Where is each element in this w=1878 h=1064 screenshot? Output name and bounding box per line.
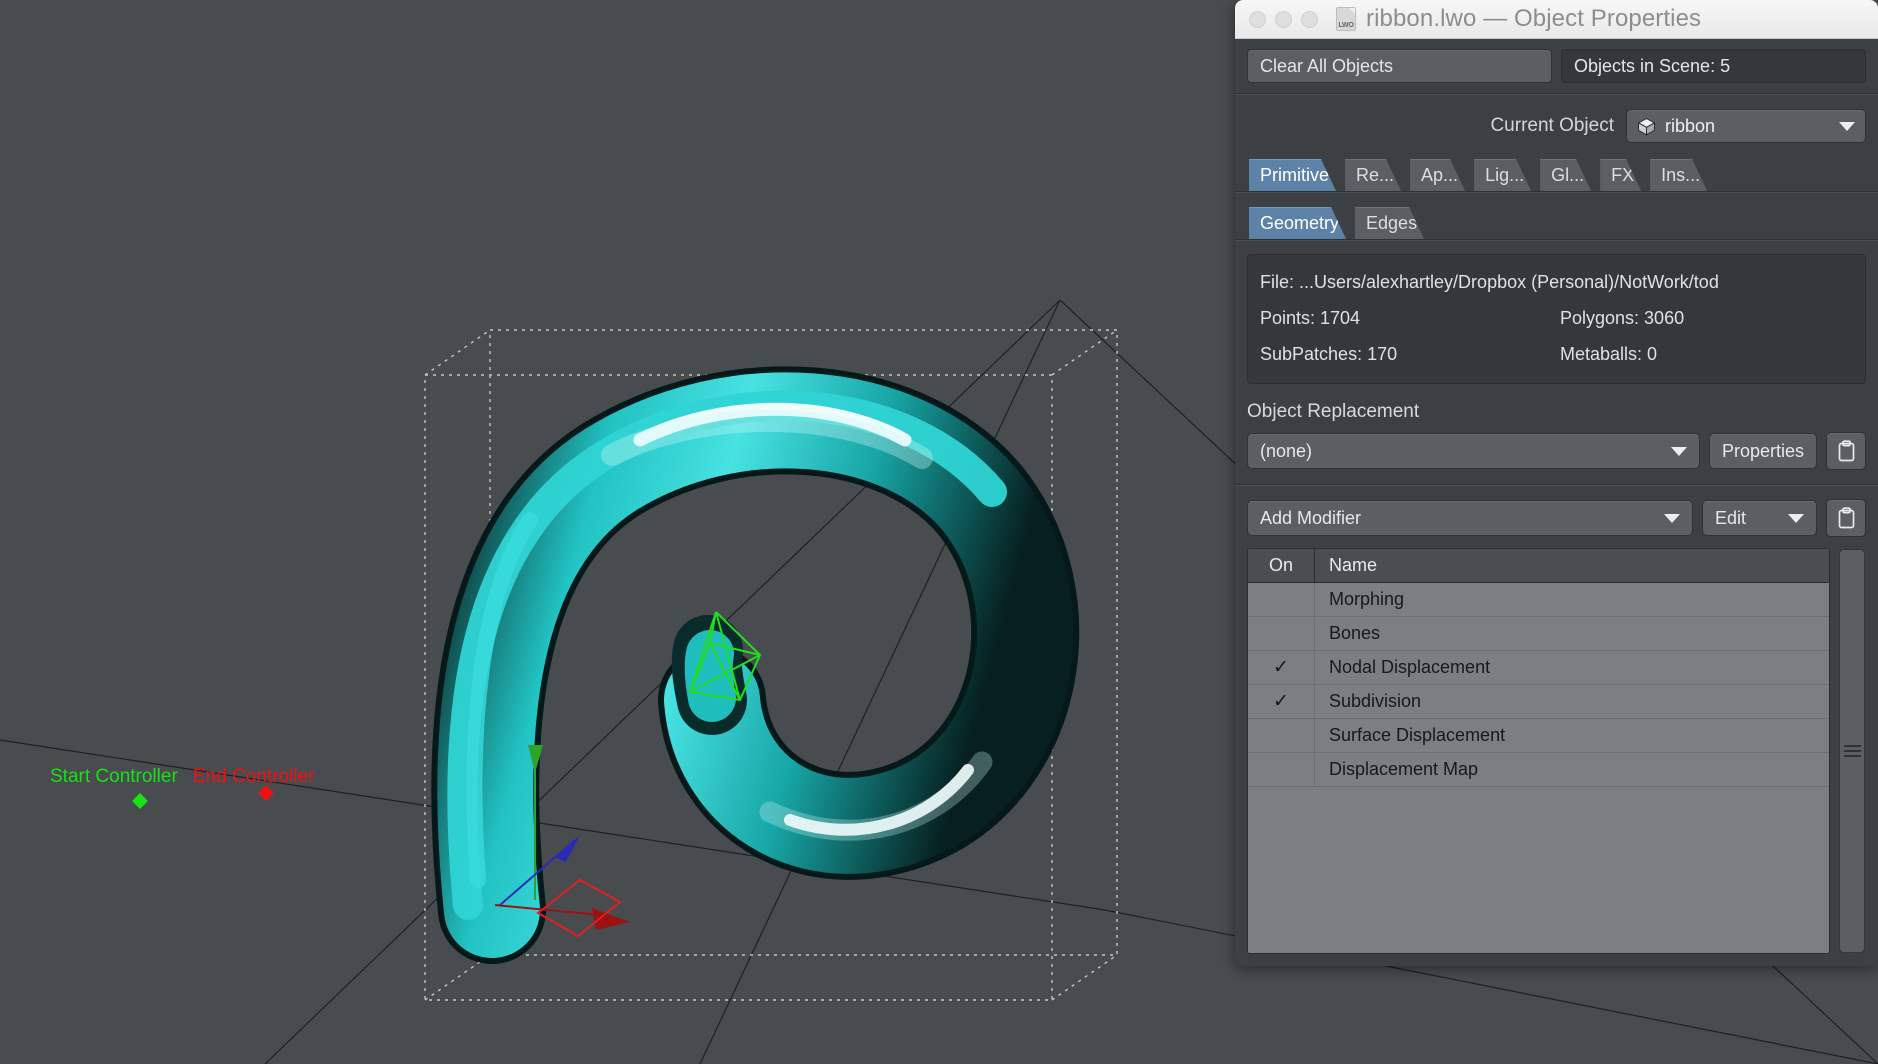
info-points: Points: 1704 [1260,308,1361,328]
replacement-clipboard-button[interactable] [1826,432,1866,470]
divider [1235,484,1878,486]
table-row[interactable]: ✓ Subdivision [1248,685,1829,719]
clear-all-objects-button[interactable]: Clear All Objects [1247,49,1552,83]
column-header-on: On [1248,549,1315,582]
clipboard-icon [1838,439,1854,461]
close-button[interactable] [1249,10,1266,28]
table-row[interactable]: Bones [1248,617,1829,651]
tab-global[interactable]: Gl... [1540,159,1591,191]
object-properties-window[interactable]: LWO ribbon.lwo — Object Properties Clear… [1235,0,1878,966]
object-replacement-value: (none) [1260,440,1313,461]
ribbon-object [431,366,1080,964]
column-header-name: Name [1329,555,1378,575]
add-modifier-value: Add Modifier [1260,507,1362,528]
window-titlebar[interactable]: LWO ribbon.lwo — Object Properties [1235,0,1878,39]
add-modifier-row: Add Modifier Edit [1247,499,1866,537]
row-name: Morphing [1329,589,1405,609]
table-row[interactable]: Displacement Map [1248,753,1829,787]
row-on-checkbox[interactable] [1248,617,1315,650]
info-polygons: Polygons: 3060 [1560,308,1685,328]
scrollbar-thumb[interactable] [1839,549,1865,953]
primary-tab-bar: Primitive Re... Ap... Lig... Gl... FX In… [1247,159,1866,191]
row-name: Surface Displacement [1329,725,1506,745]
object-replacement-dropdown[interactable]: (none) [1247,433,1700,469]
row-on-checkbox[interactable] [1248,583,1315,616]
chevron-down-icon [1664,513,1680,523]
file-icon-label: LWO [1338,22,1354,29]
geometry-info-box: File: ...Users/alexhartley/Dropbox (Pers… [1247,254,1866,384]
modifier-list-header: On Name [1248,549,1829,583]
grip-line [1843,755,1861,757]
add-modifier-dropdown[interactable]: Add Modifier [1247,500,1693,536]
row-on-checkbox[interactable] [1248,753,1315,786]
info-metaballs: Metaballs: 0 [1560,344,1658,364]
tab-instancing[interactable]: Ins... [1650,159,1707,191]
secondary-tab-bar: Geometry Edges [1247,207,1866,239]
object-replacement-row: (none) Properties [1247,432,1866,470]
row-name: Subdivision [1329,691,1422,711]
grip-line [1843,750,1861,752]
tab-render[interactable]: Re... [1345,159,1401,191]
info-counts-row-2: SubPatches: 170 Metaballs: 0 [1260,336,1853,372]
tab-geometry[interactable]: Geometry [1249,207,1346,239]
current-object-row: Current Object ribbon [1247,109,1866,143]
zoom-button[interactable] [1301,10,1318,28]
panel-body: Clear All Objects Objects in Scene: 5 Cu… [1235,39,1878,966]
replacement-properties-button[interactable]: Properties [1708,433,1817,469]
objects-in-scene-field: Objects in Scene: 5 [1561,49,1866,83]
table-row[interactable]: Surface Displacement [1248,719,1829,753]
start-controller-label: Start Controller [50,766,178,787]
chevron-down-icon [1670,446,1687,456]
row-name: Bones [1329,623,1381,643]
row-on-checkbox[interactable]: ✓ [1248,685,1315,718]
window-title: ribbon.lwo — Object Properties [1366,5,1702,32]
start-controller-handle [132,793,148,809]
chevron-down-icon [1788,513,1804,523]
top-button-row: Clear All Objects Objects in Scene: 5 [1247,49,1866,83]
row-on-checkbox[interactable] [1248,719,1315,752]
tab-lights[interactable]: Lig... [1474,159,1531,191]
object-replacement-title: Object Replacement [1247,401,1420,422]
end-controller-label: End Controller [193,766,315,787]
current-object-dropdown[interactable]: ribbon [1626,109,1866,143]
current-object-label: Current Object [1490,115,1614,136]
modifier-clipboard-button[interactable] [1826,499,1866,537]
modifier-rows: Morphing Bones ✓ Nodal Displacement ✓ Su… [1248,583,1829,953]
clipboard-icon [1838,506,1854,528]
tab-underline [1235,191,1878,193]
move-handle-plane [536,878,622,938]
row-name: Nodal Displacement [1329,657,1491,677]
info-file-path: File: ...Users/alexhartley/Dropbox (Pers… [1260,272,1719,292]
modifier-edit-value: Edit [1715,507,1747,528]
row-name: Displacement Map [1329,759,1479,779]
tab-edges[interactable]: Edges [1355,207,1424,239]
tab-fx[interactable]: FX [1600,159,1641,191]
axis-z-arrow [556,835,580,862]
lwo-file-icon: LWO [1336,7,1356,31]
divider [1235,93,1878,95]
row-on-checkbox[interactable]: ✓ [1248,651,1315,684]
modifier-list-scrollbar[interactable] [1838,548,1866,954]
tab-primitive[interactable]: Primitive [1249,159,1336,191]
info-subpatches: SubPatches: 170 [1260,344,1398,364]
modifier-list[interactable]: On Name Morphing Bones ✓ Nodal Displacem… [1247,548,1830,954]
info-file-row: File: ...Users/alexhartley/Dropbox (Pers… [1260,264,1853,300]
subtab-underline [1235,239,1878,241]
modifier-edit-dropdown[interactable]: Edit [1702,500,1817,536]
tab-appearance[interactable]: Ap... [1410,159,1465,191]
info-counts-row-1: Points: 1704 Polygons: 3060 [1260,300,1853,336]
cube-icon [1637,117,1656,136]
grip-line [1843,745,1861,747]
table-row[interactable]: ✓ Nodal Displacement [1248,651,1829,685]
chevron-down-icon [1839,121,1855,131]
current-object-value: ribbon [1665,115,1716,136]
table-row[interactable]: Morphing [1248,583,1829,617]
modifier-list-area: On Name Morphing Bones ✓ Nodal Displacem… [1247,548,1866,954]
minimize-button[interactable] [1275,10,1292,28]
